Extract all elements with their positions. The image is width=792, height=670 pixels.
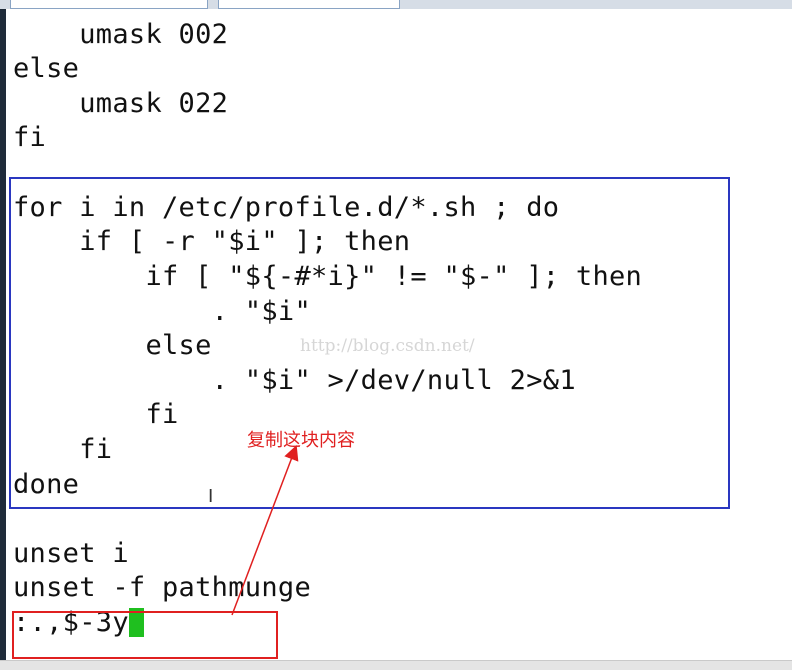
watermark: http://blog.csdn.net/ xyxy=(300,336,475,356)
code-line: umask 002 xyxy=(13,19,229,50)
window-tab-bar xyxy=(0,0,792,9)
code-line: else xyxy=(13,53,80,84)
code-line: fi xyxy=(13,122,47,153)
terminal-editor[interactable]: umask 002 else umask 022 fi for i in /et… xyxy=(6,9,792,660)
code-line: unset -f pathmunge xyxy=(13,572,311,603)
code-line: umask 022 xyxy=(13,88,229,119)
command-highlight-box xyxy=(12,611,278,659)
code-line: unset i xyxy=(13,538,129,569)
tab-middle[interactable] xyxy=(218,0,400,9)
ibeam-cursor-icon: I xyxy=(208,486,214,507)
tab-left[interactable] xyxy=(10,0,208,9)
annotation-label: 复制这块内容 xyxy=(247,430,355,451)
